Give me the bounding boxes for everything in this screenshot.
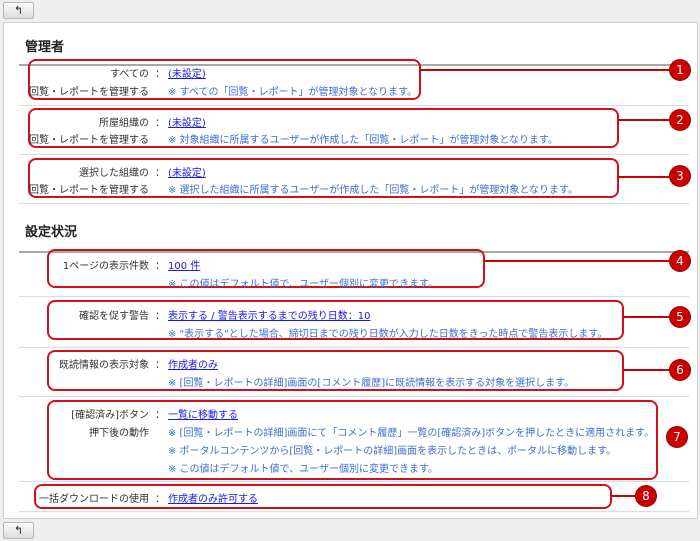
annotation-line	[611, 495, 636, 497]
row-label: 回覧・レポートを管理する	[29, 87, 149, 98]
row-note: ※ "表示する"とした場合、締切日までの残り日数が入力した日数をきった時点で警告…	[168, 329, 608, 340]
bulk-download-link[interactable]: 作成者のみ許可する	[168, 490, 258, 505]
row-label: 押下後の動作	[89, 428, 149, 439]
admin-all-link[interactable]: (未設定)	[168, 65, 206, 80]
annotation-line	[420, 69, 670, 71]
row-note: ※ この値はデフォルト値で、ユーザー個別に変更できます。	[168, 464, 438, 475]
colon: ：	[155, 494, 165, 505]
row-note: ※ すべての「回覧・レポート」が管理対象となります。	[168, 87, 418, 98]
annotation-badge-6: 6	[670, 360, 690, 380]
back-arrow-icon: ↰	[13, 524, 24, 537]
row-label: 確認を促す警告	[79, 311, 149, 322]
row-note: ※ [回覧・レポートの詳細]画面の[コメント履歴]に既読情報を表示する対象を選択…	[168, 378, 575, 389]
admin-own-org-link[interactable]: (未設定)	[168, 114, 206, 129]
row-label: 所屋組織の	[99, 118, 149, 129]
colon: ：	[155, 118, 165, 129]
annotation-badge-7: 7	[667, 427, 687, 447]
row-label: 既読情報の表示対象	[59, 360, 149, 371]
divider	[19, 396, 689, 397]
annotation-badge-8: 8	[636, 486, 656, 506]
divider	[19, 511, 689, 512]
row-label: すべての	[110, 69, 149, 80]
annotation-badge-5: 5	[670, 307, 690, 327]
colon: ：	[155, 360, 165, 371]
after-confirm-action-link[interactable]: 一覧に移動する	[168, 406, 238, 421]
divider	[19, 203, 689, 204]
divider	[19, 481, 689, 482]
annotation-line	[623, 316, 670, 318]
row-label: 一括ダウンロードの使用	[39, 494, 149, 505]
admin-selected-org-link[interactable]: (未設定)	[168, 164, 206, 179]
row-label: [確認済み]ボタン	[71, 410, 149, 421]
divider	[19, 296, 689, 297]
back-button-top[interactable]: ↰	[3, 2, 34, 19]
colon: ：	[155, 311, 165, 322]
colon: ：	[155, 410, 165, 421]
annotation-badge-4: 4	[670, 251, 690, 271]
section-title-settings: 設定状況	[25, 225, 78, 240]
row-note: ※ 対象組織に所属するユーザーが作成した「回覧・レポート」が管理対象となります。	[168, 135, 559, 146]
back-button-bottom[interactable]: ↰	[3, 522, 34, 539]
annotation-badge-1: 1	[670, 60, 690, 80]
annotation-badge-2: 2	[670, 110, 690, 130]
colon: ：	[155, 261, 165, 272]
row-label: 1ページの表示件数	[62, 261, 149, 272]
read-info-target-link[interactable]: 作成者のみ	[168, 356, 218, 371]
section-title-admin: 管理者	[25, 40, 65, 55]
annotation-line	[623, 369, 670, 371]
divider	[19, 154, 689, 155]
row-label: 選択した組織の	[79, 168, 149, 179]
annotation-badge-3: 3	[670, 166, 690, 186]
row-note: ※ [回覧・レポートの詳細]画面にて「コメント履歴」一覧の[確認済み]ボタンを押…	[168, 428, 655, 439]
confirm-warning-link[interactable]: 表示する / 警告表示するまでの残り日数：10	[168, 307, 370, 322]
items-per-page-link[interactable]: 100 件	[168, 257, 200, 272]
annotation-line	[618, 119, 670, 121]
settings-panel: 管理者 1 すべての ： (未設定) 回覧・レポートを管理する ※ すべての「回…	[3, 22, 698, 519]
row-note: ※ ポータルコンテンツから[回覧・レポートの詳細]画面を表示したときは、ポータル…	[168, 446, 617, 457]
colon: ：	[155, 69, 165, 80]
divider	[19, 347, 689, 348]
divider	[19, 105, 689, 106]
row-label: 回覧・レポートを管理する	[29, 185, 149, 196]
annotation-line	[484, 260, 670, 262]
row-label: 回覧・レポートを管理する	[29, 135, 149, 146]
row-note: ※ 選択した組織に所属するユーザーが作成した「回覧・レポート」が管理対象となりま…	[168, 185, 579, 196]
back-arrow-icon: ↰	[13, 4, 24, 17]
annotation-line	[618, 176, 670, 178]
colon: ：	[155, 168, 165, 179]
row-note: ※ この値はデフォルト値で、ユーザー個別に変更できます。	[168, 279, 438, 290]
